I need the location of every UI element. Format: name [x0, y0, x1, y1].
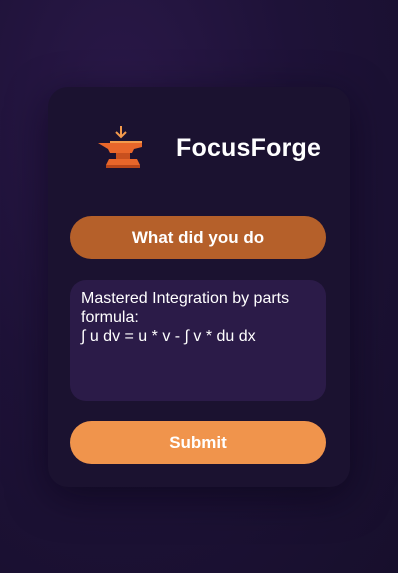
- entry-card: FocusForge What did you do Mastered Inte…: [48, 87, 350, 487]
- submit-button[interactable]: Submit: [70, 421, 326, 464]
- anvil-icon: [98, 126, 142, 168]
- what-did-you-do-button[interactable]: What did you do: [70, 216, 326, 259]
- activity-entry-textarea[interactable]: Mastered Integration by parts formula: ∫…: [70, 280, 326, 401]
- brand-header: FocusForge: [96, 123, 321, 173]
- app-title: FocusForge: [176, 133, 322, 162]
